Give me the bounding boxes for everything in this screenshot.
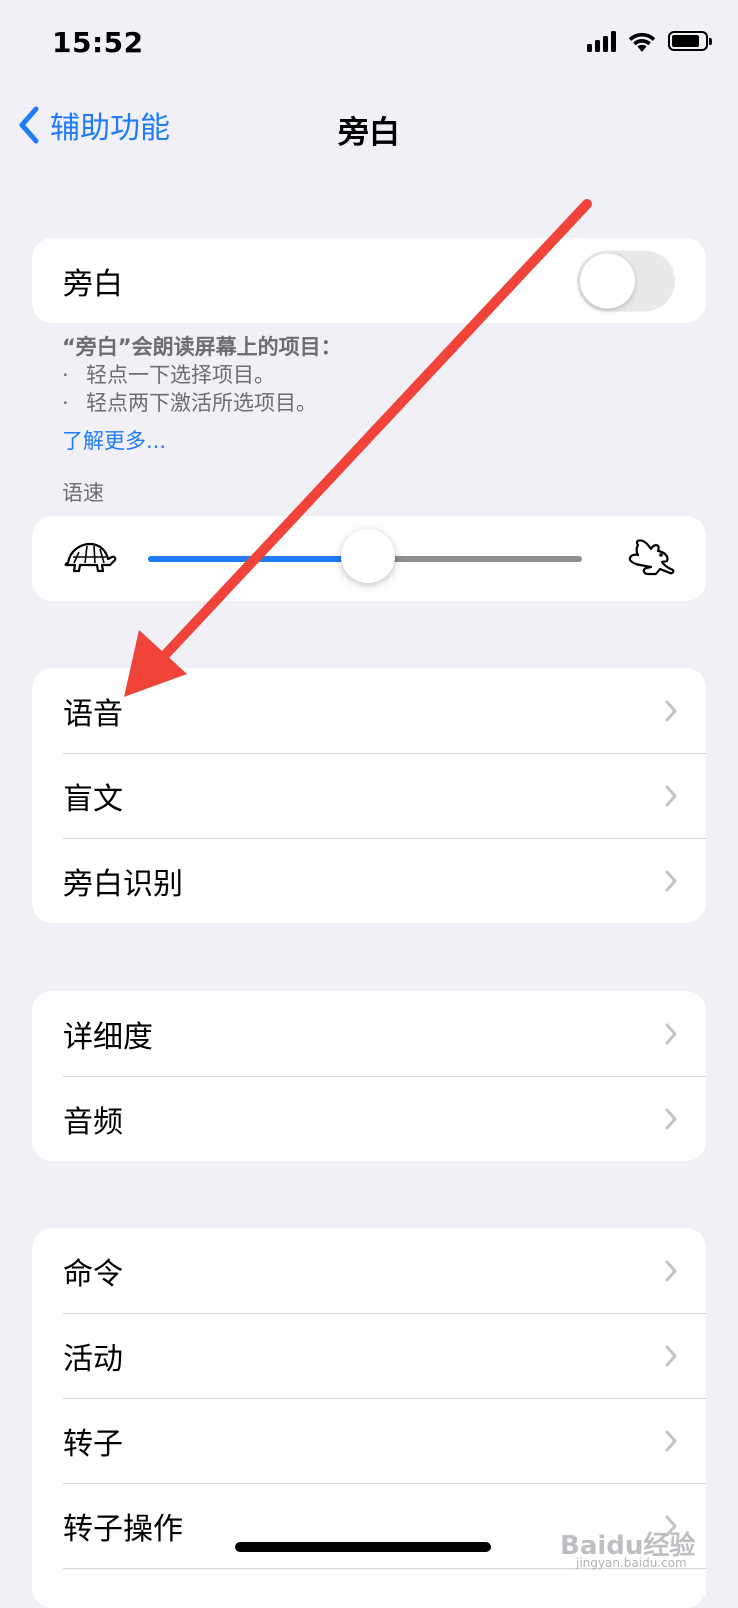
watermark-url: jingyan.baidu.com [576, 1556, 687, 1570]
annotation-arrow [124, 199, 592, 697]
home-indicator[interactable] [235, 1542, 491, 1552]
